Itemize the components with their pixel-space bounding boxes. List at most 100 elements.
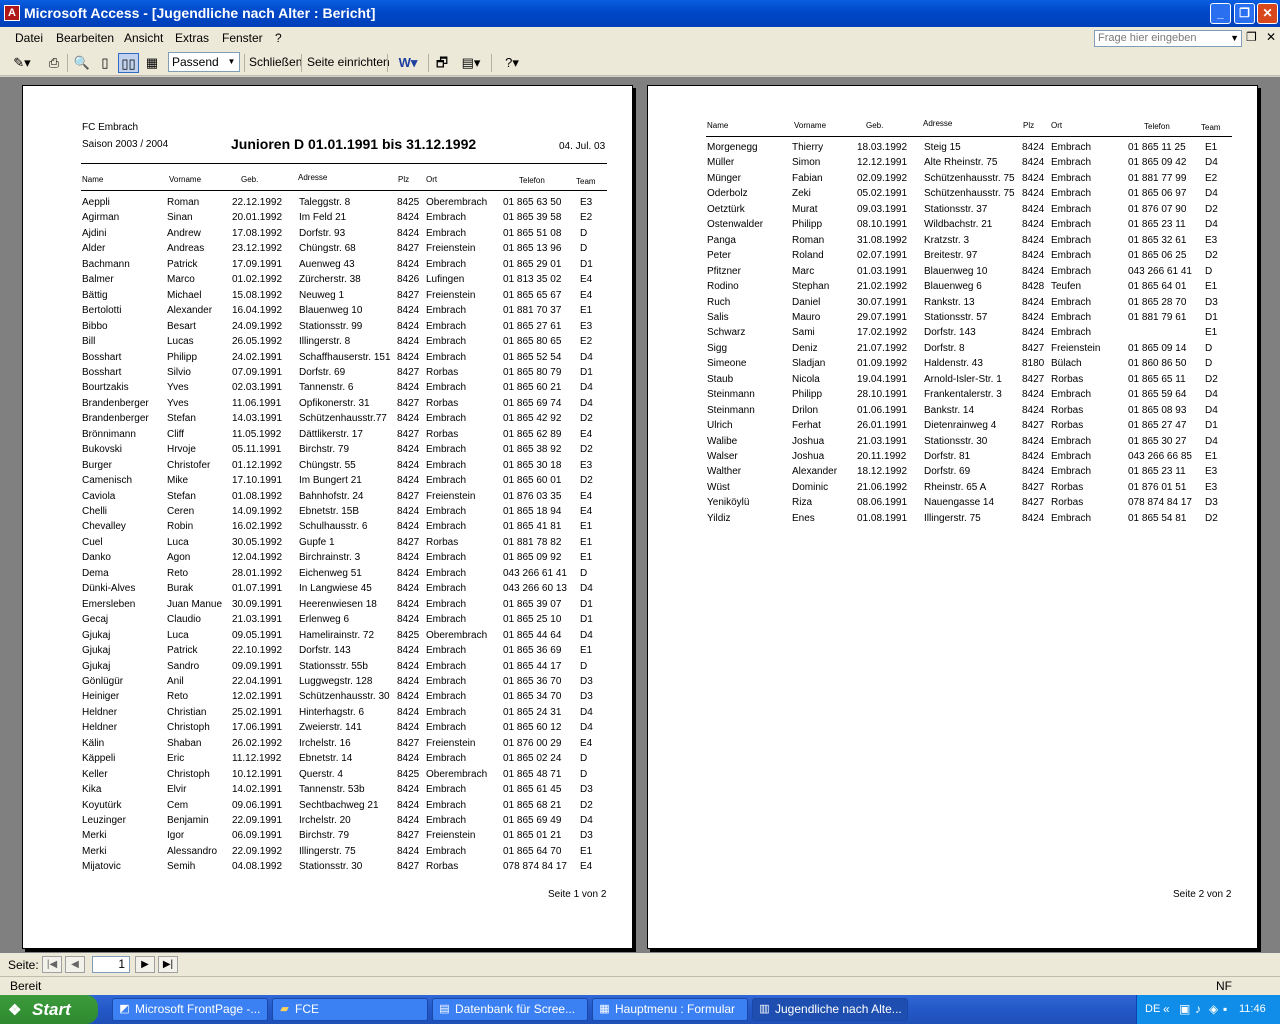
- one-page-icon[interactable]: ▯: [95, 53, 115, 73]
- chevron-down-icon[interactable]: ▼: [225, 54, 238, 70]
- restore-document-icon[interactable]: ❐: [1246, 30, 1257, 44]
- volume-icon[interactable]: ♪: [1195, 1002, 1201, 1016]
- cell-vorname: Yves: [167, 397, 189, 409]
- report-row: Morgenegg Thierry 18.03.1992 Steig 15 8424 Em…: [648, 142, 1248, 157]
- first-page-button[interactable]: |◀: [42, 956, 62, 973]
- close-window-button[interactable]: ✕: [1257, 3, 1278, 24]
- cell-adresse: Im Feld 21: [299, 212, 347, 224]
- cell-telefon: 01 865 29 01: [503, 258, 562, 270]
- cell-vorname: Roland: [792, 250, 824, 262]
- help-icon[interactable]: ?▾: [497, 53, 527, 73]
- cell-name: Emersleben: [82, 598, 136, 610]
- cell-team: D4: [1205, 157, 1218, 169]
- cell-telefon: 078 874 84 17: [503, 861, 567, 873]
- cell-adresse: In Langwiese 45: [299, 583, 372, 595]
- menu-extras[interactable]: Extras: [175, 31, 209, 45]
- cell-geb: 30.05.1992: [232, 536, 283, 548]
- cell-team: E1: [580, 521, 593, 533]
- cell-plz: 8424: [1022, 157, 1045, 169]
- print-preview-area[interactable]: FC Embrach Saison 2003 / 2004 Junioren D…: [0, 77, 1280, 953]
- cell-team: D4: [580, 629, 593, 641]
- cell-geb: 01.08.1991: [857, 512, 908, 524]
- cell-vorname: Nicola: [792, 373, 820, 385]
- office-links-word-icon[interactable]: W▾: [393, 53, 423, 73]
- menu-ansicht[interactable]: Ansicht: [124, 31, 163, 45]
- task-fce-folder[interactable]: ▰ FCE: [272, 998, 428, 1021]
- close-preview-button[interactable]: Schließen: [249, 55, 302, 69]
- cell-vorname: Fabian: [792, 172, 823, 184]
- access-key-icon[interactable]: A: [4, 5, 20, 21]
- cell-telefon: 01 865 65 67: [503, 289, 562, 301]
- col-header-telefon: Telefon: [519, 176, 545, 185]
- maximize-button[interactable]: ❐: [1234, 3, 1255, 24]
- frontpage-icon: ◩: [119, 1003, 130, 1015]
- cell-geb: 17.06.1991: [232, 722, 283, 734]
- cell-name: Bill: [82, 336, 96, 348]
- ask-question-placeholder: Frage hier eingeben: [1098, 32, 1197, 44]
- cell-plz: 8427: [397, 289, 420, 301]
- report-icon: ▥: [759, 1003, 770, 1015]
- page-setup-button[interactable]: Seite einrichten: [307, 55, 390, 69]
- menu-bearbeiten[interactable]: Bearbeiten: [56, 31, 114, 45]
- cell-team: D2: [1205, 373, 1218, 385]
- minimize-button[interactable]: _: [1210, 3, 1231, 24]
- cell-adresse: Stationsstr. 30: [299, 861, 363, 873]
- expand-tray-icon[interactable]: «: [1163, 1002, 1170, 1016]
- cell-adresse: Irchelstr. 16: [299, 737, 351, 749]
- next-page-button[interactable]: ▶: [135, 956, 155, 973]
- task-report-active[interactable]: ▥ Jugendliche nach Alte...: [752, 998, 908, 1021]
- cell-ort: Oberembrach: [426, 197, 488, 208]
- cell-ort: Rorbas: [1051, 420, 1084, 432]
- cell-telefon: 01 865 38 92: [503, 444, 562, 456]
- task-frontpage[interactable]: ◩ Microsoft FrontPage -...: [112, 998, 268, 1021]
- menu-help[interactable]: ?: [275, 31, 282, 45]
- cell-name: Yildiz: [707, 512, 731, 524]
- col-header-team: Team: [576, 177, 596, 186]
- cell-team: D: [580, 768, 588, 780]
- cell-geb: 22.09.1991: [232, 815, 283, 826]
- cell-vorname: Besart: [167, 320, 196, 332]
- zoom-icon[interactable]: 🔍: [72, 53, 92, 73]
- last-page-button[interactable]: ▶|: [158, 956, 178, 973]
- new-object-icon[interactable]: ▤▾: [456, 53, 486, 73]
- cell-team: E3: [580, 320, 593, 332]
- two-pages-icon[interactable]: ▯▯: [118, 53, 139, 73]
- zoom-select[interactable]: Passend ▼: [168, 52, 240, 72]
- shield-icon[interactable]: ◈: [1209, 1002, 1218, 1016]
- multiple-pages-icon[interactable]: ▦: [142, 53, 162, 73]
- task-database[interactable]: ▤ Datenbank für Scree...: [432, 998, 588, 1021]
- menu-fenster[interactable]: Fenster: [222, 31, 263, 45]
- database-window-icon[interactable]: 🗗: [432, 53, 452, 73]
- cell-name: Dünki-Alves: [82, 583, 136, 595]
- start-button[interactable]: ❖ Start: [0, 995, 98, 1024]
- cell-team: D1: [580, 614, 593, 626]
- report-row: Steinmann Philipp 28.10.1991 Frankentalerst…: [648, 389, 1248, 404]
- view-design-icon[interactable]: ✎▾: [8, 53, 36, 73]
- cell-adresse: Frankentalerstr. 3: [924, 389, 1002, 401]
- cell-name: Walibe: [707, 435, 738, 447]
- previous-page-button[interactable]: ◀: [65, 956, 85, 973]
- print-icon[interactable]: ⎙: [43, 53, 65, 73]
- ask-question-input[interactable]: Frage hier eingeben ▼: [1094, 30, 1242, 47]
- display-icon[interactable]: ▪: [1223, 1002, 1227, 1016]
- cell-team: E1: [1205, 327, 1218, 339]
- cell-vorname: Alexander: [792, 466, 838, 478]
- chevron-down-icon[interactable]: ▼: [1230, 31, 1239, 46]
- cell-team: D: [580, 660, 588, 672]
- cell-telefon: 01 865 62 89: [503, 428, 562, 440]
- report-row: Walther Alexander 18.12.1992 Dorfstr. 69 842…: [648, 466, 1248, 481]
- report-row: Wüst Dominic 21.06.1992 Rheinstr. 65 A 8427 R…: [648, 482, 1248, 497]
- cell-telefon: 01 865 06 25: [1128, 250, 1187, 262]
- task-hauptmenu-form[interactable]: ▦ Hauptmenu : Formular: [592, 998, 748, 1021]
- cell-adresse: Irchelstr. 20: [299, 815, 351, 826]
- page-number-input[interactable]: 1: [92, 956, 130, 973]
- language-indicator[interactable]: DE: [1145, 1003, 1160, 1015]
- cell-team: D4: [580, 351, 593, 363]
- cell-plz: 8424: [397, 784, 420, 796]
- cell-ort: Embrach: [426, 521, 467, 533]
- cell-plz: 8427: [1022, 373, 1045, 385]
- cell-plz: 8424: [397, 691, 420, 703]
- network-icon[interactable]: ▣: [1179, 1002, 1190, 1016]
- menu-datei[interactable]: Datei: [15, 31, 43, 45]
- close-document-icon[interactable]: ✕: [1266, 30, 1276, 44]
